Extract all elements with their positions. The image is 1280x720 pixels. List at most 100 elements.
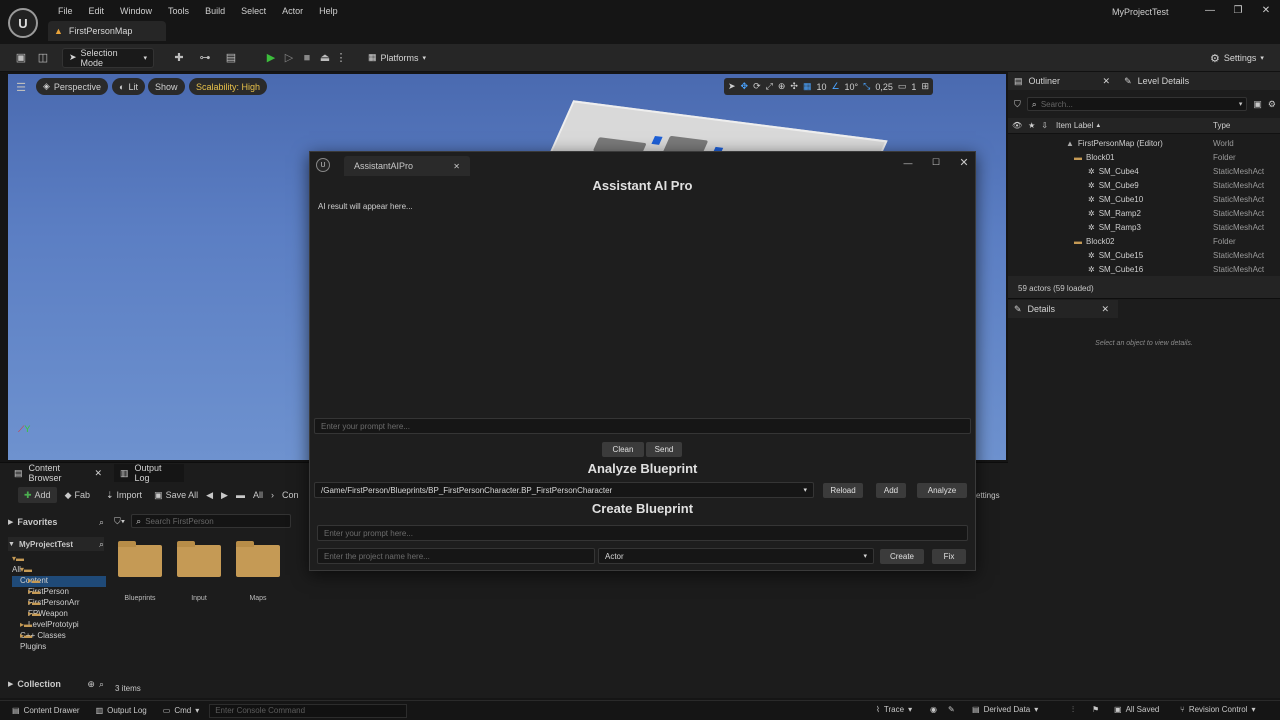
cmd-dropdown[interactable]: ▭ Cmd ▾	[163, 706, 199, 715]
map-tab[interactable]: ▲ FirstPersonMap	[48, 21, 166, 41]
details-tab[interactable]: ✎ Details ✕	[1008, 300, 1118, 318]
menu-help[interactable]: Help	[311, 5, 346, 17]
minimize-icon[interactable]: —	[894, 158, 922, 168]
forward-icon[interactable]: ▶	[221, 490, 228, 501]
content-icon[interactable]: ◫	[36, 51, 50, 65]
close-icon[interactable]: ✕	[94, 468, 102, 479]
dialog-tab[interactable]: AssistantAIPro ✕	[344, 156, 470, 176]
record-icon[interactable]: ◉	[930, 705, 937, 714]
surface-snap-icon[interactable]: ✣	[790, 81, 798, 92]
outliner-row-mesh[interactable]: ✲ SM_Cube10 StaticMeshAct	[1088, 192, 1264, 206]
import-button[interactable]: ⇣ Import	[106, 490, 142, 501]
menu-edit[interactable]: Edit	[81, 5, 113, 17]
outliner-row-mesh[interactable]: ✲ SM_Cube4 StaticMeshAct	[1088, 164, 1264, 178]
source-control-icon[interactable]: ⫶	[1072, 705, 1074, 715]
analyze-button[interactable]: Analyze	[917, 483, 967, 498]
add-actor-icon[interactable]: ✚	[172, 51, 186, 65]
outliner-row-world[interactable]: ▲ FirstPersonMap (Editor) World	[1066, 136, 1234, 150]
gear-icon[interactable]: ⚙	[1268, 99, 1276, 110]
save-icon[interactable]: ▣	[14, 51, 28, 65]
minimize-icon[interactable]: —	[1196, 5, 1224, 16]
add-blueprint-button[interactable]: Add	[876, 483, 906, 498]
cinematics-icon[interactable]: ▤	[224, 51, 238, 65]
outliner-row-folder[interactable]: ▬ Block01 Folder	[1074, 150, 1236, 164]
favorites-header[interactable]: ▶ Favorites ⌕	[8, 515, 104, 529]
reload-button[interactable]: Reload	[823, 483, 863, 498]
cb-search-input[interactable]: ⌕ Search FirstPerson	[131, 514, 292, 528]
tab-outliner[interactable]: Outliner	[1029, 76, 1097, 86]
angle-snap-icon[interactable]: ∠	[831, 81, 839, 92]
fab-button[interactable]: ◆ Fab	[65, 490, 90, 501]
scale-tool-icon[interactable]: ⤢	[766, 81, 773, 92]
more-options-icon[interactable]: ⋮	[334, 51, 348, 65]
rotate-tool-icon[interactable]: ⟳	[753, 81, 761, 92]
prompt-input[interactable]: Enter your prompt here...	[314, 418, 971, 434]
create-button[interactable]: Create	[880, 549, 924, 564]
fix-button[interactable]: Fix	[932, 549, 966, 564]
back-icon[interactable]: ◀	[206, 490, 213, 501]
menu-build[interactable]: Build	[197, 5, 233, 17]
tree-item-content[interactable]: ▾▬ Content	[12, 565, 106, 585]
hamburger-menu-icon[interactable]: ☰	[14, 80, 28, 94]
menu-tools[interactable]: Tools	[160, 5, 197, 17]
grid-snap-value[interactable]: 10	[816, 82, 826, 92]
class-dropdown[interactable]: Actor ▾	[598, 548, 874, 564]
output-log-button[interactable]: ▥ Output Log	[96, 706, 147, 715]
maximize-icon[interactable]: ❐	[1224, 5, 1252, 16]
search-icon[interactable]: ⌕	[99, 517, 104, 528]
outliner-row-mesh[interactable]: ✲ SM_Cube15 StaticMeshAct	[1088, 248, 1264, 262]
folder-tile[interactable]: Blueprints	[118, 541, 162, 602]
step-icon[interactable]: ▷	[282, 51, 296, 65]
column-item-label[interactable]: Item Label	[1056, 121, 1093, 130]
angle-snap-value[interactable]: 10°	[845, 82, 859, 92]
move-tool-icon[interactable]: ✥	[741, 81, 749, 92]
collection-header[interactable]: ▶ Collection ⊕ ⌕	[8, 677, 104, 691]
select-tool-icon[interactable]: ➤	[728, 81, 736, 92]
add-folder-icon[interactable]: ▣	[1253, 99, 1262, 110]
tree-item-all[interactable]: ▾▬ All	[12, 554, 106, 574]
close-icon[interactable]: ✕	[1102, 304, 1110, 315]
add-collection-icon[interactable]: ⊕	[87, 679, 95, 690]
clean-button[interactable]: Clean	[602, 442, 644, 457]
outliner-row-mesh[interactable]: ✲ SM_Ramp3 StaticMeshAct	[1088, 220, 1264, 234]
folder-tile[interactable]: Input	[177, 541, 221, 602]
world-icon[interactable]: ⊕	[778, 81, 786, 92]
grid-snap-icon[interactable]: ▦	[803, 81, 812, 92]
checkpoint-icon[interactable]: ✎	[948, 705, 955, 714]
trace-dropdown[interactable]: ⌇ Trace ▾	[876, 705, 912, 714]
content-drawer-button[interactable]: ▤ Content Drawer	[12, 706, 80, 715]
tab-content-browser[interactable]: ▤ Content Browser ✕	[8, 463, 108, 483]
settings-dropdown[interactable]: ⚙ Settings ▾	[1204, 48, 1270, 68]
project-name-input[interactable]: Enter the project name here...	[317, 548, 595, 564]
search-icon[interactable]: ⌕	[99, 679, 104, 690]
menu-actor[interactable]: Actor	[274, 5, 311, 17]
menu-file[interactable]: File	[50, 5, 81, 17]
scalability-button[interactable]: Scalability: High	[189, 78, 268, 95]
stop-icon[interactable]: ■	[300, 51, 314, 65]
outliner-search-input[interactable]: ⌕ Search... ▾	[1026, 97, 1248, 111]
camera-speed-value[interactable]: 1	[911, 82, 916, 92]
dialog-title-bar[interactable]: U AssistantAIPro ✕ — ☐ ✕	[310, 152, 975, 178]
derived-data-dropdown[interactable]: ▤ Derived Data ▾	[972, 705, 1038, 714]
outliner-row-mesh[interactable]: ✲ SM_Cube9 StaticMeshAct	[1088, 178, 1264, 192]
platforms-dropdown[interactable]: ▦ Platforms ▾	[362, 48, 432, 68]
layout-icon[interactable]: ⊞	[921, 81, 929, 92]
outliner-row-folder[interactable]: ▬ Block02 Folder	[1074, 234, 1236, 248]
outliner-row-mesh[interactable]: ✲ SM_Cube16 StaticMeshAct	[1088, 262, 1264, 276]
tab-level-details[interactable]: Level Details	[1138, 76, 1190, 86]
create-prompt-input[interactable]: Enter your prompt here...	[317, 525, 968, 541]
blueprint-path-dropdown[interactable]: /Game/FirstPerson/Blueprints/BP_FirstPer…	[314, 482, 814, 498]
close-icon[interactable]: ✕	[1252, 5, 1280, 16]
project-header[interactable]: ▼ MyProjectTest ⌕	[8, 537, 104, 551]
send-button[interactable]: Send	[646, 442, 682, 457]
scale-snap-icon[interactable]: ⤡	[863, 81, 870, 92]
tab-output-log[interactable]: ▥ Output Log	[114, 463, 184, 483]
revision-control-dropdown[interactable]: ⑂ Revision Control ▾	[1180, 705, 1256, 714]
save-all-button[interactable]: ▣ Save All	[154, 490, 198, 501]
console-input[interactable]: Enter Console Command	[209, 703, 408, 718]
close-icon[interactable]: ✕	[453, 162, 460, 171]
history-icon[interactable]: ⚑	[1092, 705, 1099, 714]
scale-snap-value[interactable]: 0,25	[875, 82, 893, 92]
path-content[interactable]: Con	[282, 490, 299, 500]
unreal-logo-icon[interactable]: U	[8, 8, 38, 38]
